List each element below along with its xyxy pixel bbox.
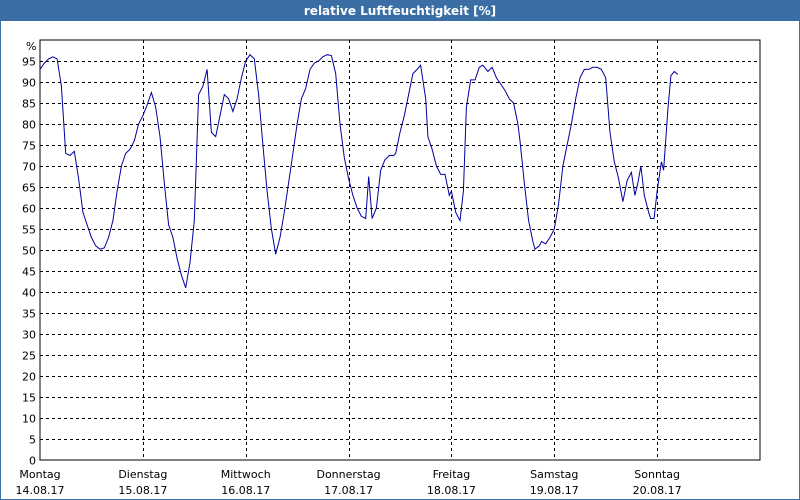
- x-tick-date: 15.08.17: [118, 484, 167, 497]
- x-tick-date: 20.08.17: [633, 484, 682, 497]
- y-tick-label: 95: [22, 56, 36, 69]
- y-tick-label: 15: [22, 392, 36, 405]
- y-tick-label: 30: [22, 329, 36, 342]
- x-tick-day: Montag: [19, 468, 60, 481]
- x-tick-date: 17.08.17: [324, 484, 373, 497]
- y-tick-label: 80: [22, 119, 36, 132]
- y-axis-ticks: 0 5 10 15 20 25 30 35 40 45 50 55 60 65 70 75 80 85 90 95: [22, 56, 36, 468]
- x-tick-day: Dienstag: [118, 468, 167, 481]
- y-tick-label: 50: [22, 245, 36, 258]
- y-tick-label: 20: [22, 371, 36, 384]
- x-tick-day: Sonntag: [634, 468, 680, 481]
- y-tick-label: 40: [22, 287, 36, 300]
- y-tick-label: 85: [22, 98, 36, 111]
- x-tick-day: Donnerstag: [316, 468, 380, 481]
- x-tick-date: 18.08.17: [427, 484, 476, 497]
- x-tick-day: Mittwoch: [221, 468, 271, 481]
- y-tick-label: 90: [22, 77, 36, 90]
- y-tick-label: 45: [22, 266, 36, 279]
- humidity-chart: 0 5 10 15 20 25 30 35 40 45 50 55 60 65 70 75 80 85 90 95 %…: [16, 39, 761, 497]
- y-tick-label: 5: [29, 434, 36, 447]
- y-axis-label: %: [26, 40, 36, 53]
- y-tick-label: 0: [29, 455, 36, 468]
- y-tick-label: 65: [22, 182, 36, 195]
- x-tick-date: 19.08.17: [530, 484, 579, 497]
- x-axis-labels: Montag 14.08.17 Dienstag 15.08.17 Mittwoch 16…: [16, 468, 682, 497]
- y-tick-label: 55: [22, 224, 36, 237]
- y-tick-label: 25: [22, 350, 36, 363]
- y-tick-label: 70: [22, 161, 36, 174]
- y-tick-label: 10: [22, 413, 36, 426]
- x-tick-date: 14.08.17: [16, 484, 65, 497]
- x-tick-day: Samstag: [530, 468, 578, 481]
- x-tick-day: Freitag: [433, 468, 471, 481]
- x-tick-date: 16.08.17: [221, 484, 270, 497]
- y-tick-label: 35: [22, 308, 36, 321]
- y-tick-label: 75: [22, 140, 36, 153]
- y-tick-label: 60: [22, 203, 36, 216]
